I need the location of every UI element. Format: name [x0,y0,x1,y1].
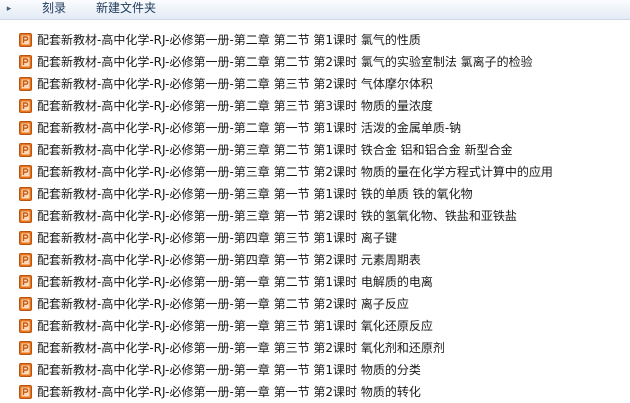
file-item[interactable]: 配套新教材-高中化学-RJ-必修第一册-第二章 第一节 第1课时 活泼的金属单质… [0,117,630,139]
burn-button[interactable]: 刻录 [38,0,70,19]
ppt-file-icon [19,275,32,289]
file-name: 配套新教材-高中化学-RJ-必修第一册-第三章 第一节 第2课时 铁的氢氧化物、… [37,209,517,223]
file-name: 配套新教材-高中化学-RJ-必修第一册-第二章 第二节 第2课时 氯气的实验室制… [37,55,533,69]
ppt-file-icon [19,297,32,311]
file-name: 配套新教材-高中化学-RJ-必修第一册-第三章 第一节 第1课时 铁的单质 铁的… [37,187,473,201]
ppt-file-icon [19,99,32,113]
file-name: 配套新教材-高中化学-RJ-必修第一册-第四章 第三节 第1课时 离子键 [37,231,397,245]
ppt-file-icon [19,187,32,201]
ppt-file-icon [19,33,32,47]
file-name: 配套新教材-高中化学-RJ-必修第一册-第一章 第三节 第1课时 氧化还原反应 [37,319,433,333]
file-item[interactable]: 配套新教材-高中化学-RJ-必修第一册-第三章 第一节 第2课时 铁的氢氧化物、… [0,205,630,227]
file-item[interactable]: 配套新教材-高中化学-RJ-必修第一册-第一章 第一节 第2课时 物质的转化 [0,381,630,403]
ppt-file-icon [19,55,32,69]
ppt-file-icon [19,341,32,355]
file-name: 配套新教材-高中化学-RJ-必修第一册-第一章 第一节 第1课时 物质的分类 [37,363,421,377]
file-item[interactable]: 配套新教材-高中化学-RJ-必修第一册-第二章 第三节 第2课时 气体摩尔体积 [0,73,630,95]
file-name: 配套新教材-高中化学-RJ-必修第一册-第三章 第二节 第1课时 铁合金 铝和铝… [37,143,513,157]
ppt-file-icon [19,363,32,377]
file-name: 配套新教材-高中化学-RJ-必修第一册-第三章 第二节 第2课时 物质的量在化学… [37,165,553,179]
file-item[interactable]: 配套新教材-高中化学-RJ-必修第一册-第一章 第二节 第1课时 电解质的电离 [0,271,630,293]
toolbar-chevron-icon[interactable]: ▸ [3,3,15,15]
ppt-file-icon [19,319,32,333]
new-folder-button[interactable]: 新建文件夹 [92,0,160,19]
file-item[interactable]: 配套新教材-高中化学-RJ-必修第一册-第一章 第三节 第2课时 氧化剂和还原剂 [0,337,630,359]
file-item[interactable]: 配套新教材-高中化学-RJ-必修第一册-第三章 第二节 第2课时 物质的量在化学… [0,161,630,183]
ppt-file-icon [19,385,32,399]
file-name: 配套新教材-高中化学-RJ-必修第一册-第一章 第三节 第2课时 氧化剂和还原剂 [37,341,445,355]
file-name: 配套新教材-高中化学-RJ-必修第一册-第二章 第三节 第2课时 气体摩尔体积 [37,77,433,91]
ppt-file-icon [19,121,32,135]
file-item[interactable]: 配套新教材-高中化学-RJ-必修第一册-第四章 第一节 第2课时 元素周期表 [0,249,630,271]
file-name: 配套新教材-高中化学-RJ-必修第一册-第一章 第二节 第1课时 电解质的电离 [37,275,433,289]
file-item[interactable]: 配套新教材-高中化学-RJ-必修第一册-第一章 第二节 第2课时 离子反应 [0,293,630,315]
file-item[interactable]: 配套新教材-高中化学-RJ-必修第一册-第二章 第二节 第2课时 氯气的实验室制… [0,51,630,73]
file-name: 配套新教材-高中化学-RJ-必修第一册-第二章 第三节 第3课时 物质的量浓度 [37,99,433,113]
ppt-file-icon [19,253,32,267]
file-item[interactable]: 配套新教材-高中化学-RJ-必修第一册-第四章 第三节 第1课时 离子键 [0,227,630,249]
file-name: 配套新教材-高中化学-RJ-必修第一册-第四章 第一节 第2课时 元素周期表 [37,253,421,267]
file-name: 配套新教材-高中化学-RJ-必修第一册-第二章 第一节 第1课时 活泼的金属单质… [37,121,462,135]
file-name: 配套新教材-高中化学-RJ-必修第一册-第一章 第二节 第2课时 离子反应 [37,297,409,311]
ppt-file-icon [19,165,32,179]
command-bar: ▸ 刻录 新建文件夹 [0,0,630,20]
file-item[interactable]: 配套新教材-高中化学-RJ-必修第一册-第三章 第二节 第1课时 铁合金 铝和铝… [0,139,630,161]
file-item[interactable]: 配套新教材-高中化学-RJ-必修第一册-第一章 第三节 第1课时 氧化还原反应 [0,315,630,337]
file-item[interactable]: 配套新教材-高中化学-RJ-必修第一册-第二章 第三节 第3课时 物质的量浓度 [0,95,630,117]
file-name: 配套新教材-高中化学-RJ-必修第一册-第二章 第二节 第1课时 氯气的性质 [37,33,421,47]
ppt-file-icon [19,143,32,157]
file-item[interactable]: 配套新教材-高中化学-RJ-必修第一册-第二章 第二节 第1课时 氯气的性质 [0,29,630,51]
file-item[interactable]: 配套新教材-高中化学-RJ-必修第一册-第三章 第一节 第1课时 铁的单质 铁的… [0,183,630,205]
file-name: 配套新教材-高中化学-RJ-必修第一册-第一章 第一节 第2课时 物质的转化 [37,385,421,399]
ppt-file-icon [19,231,32,245]
ppt-file-icon [19,77,32,91]
ppt-file-icon [19,209,32,223]
file-item[interactable]: 配套新教材-高中化学-RJ-必修第一册-第一章 第一节 第1课时 物质的分类 [0,359,630,381]
